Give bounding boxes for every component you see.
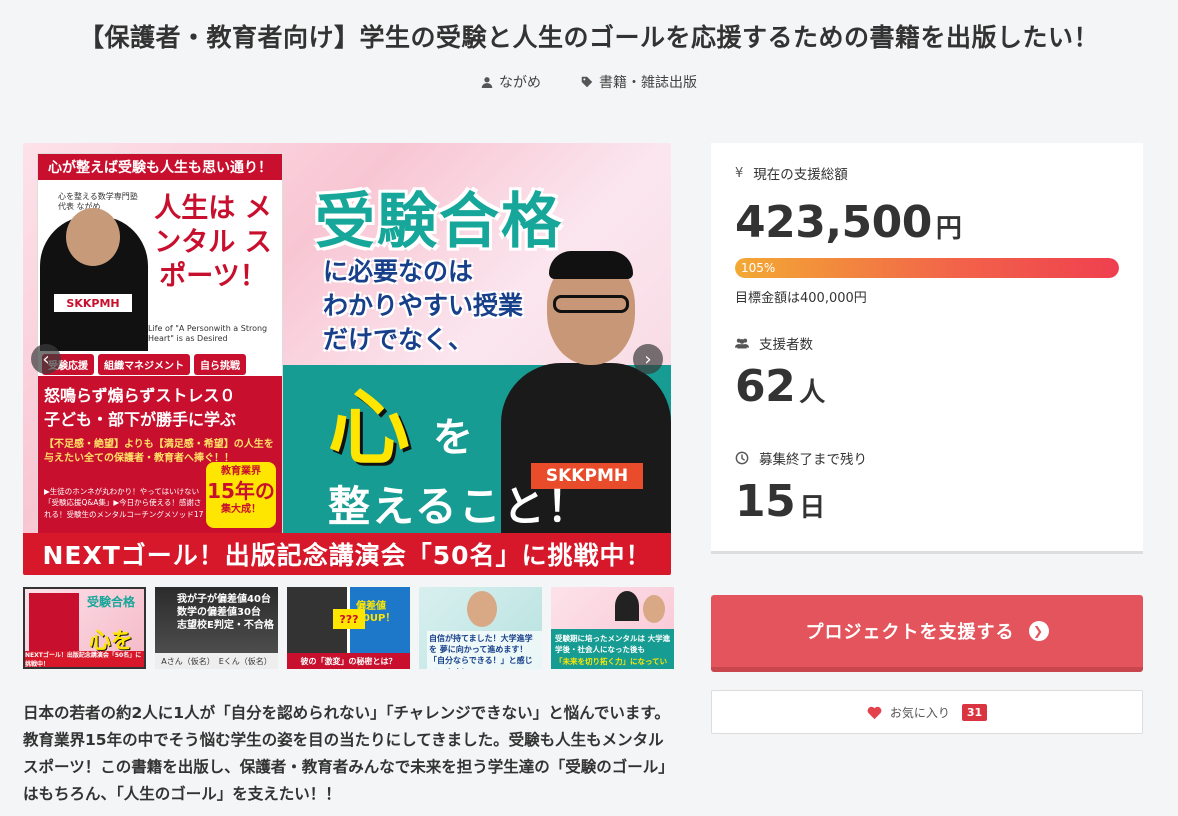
badge-num: 15年の xyxy=(207,478,275,503)
hero-bottom-bar: NEXTゴール！出版記念講演会「50名」に挑戦中！ xyxy=(23,533,671,575)
owner-name: ながめ xyxy=(499,75,541,91)
thumbnail-5[interactable]: 受験期に培ったメンタルは 大学進学後・社会人になった後も 「未来を切り拓く力」に… xyxy=(551,587,674,669)
progress-bar: 105% xyxy=(735,258,1119,278)
thumb4-person xyxy=(467,591,497,627)
thumb1-title: 受験合格 xyxy=(87,595,136,609)
book-line4: ▶生徒のホンネが丸わかり！やってはいけない「受験応援Q&A集」▶今日から使える！… xyxy=(44,487,204,519)
thumb5-highlight: 「未来を切り拓く力」になっている！ xyxy=(555,656,668,670)
thumb3-caption: 彼の「激変」の秘密とは？ xyxy=(287,653,410,669)
book-title: 人生は メンタル スポーツ！ xyxy=(154,193,272,292)
favorite-button[interactable]: お気に入り 31 xyxy=(711,690,1143,734)
carousel-next-button[interactable]: › xyxy=(633,344,663,374)
remaining-section: 募集終了まで残り 15 日 xyxy=(735,448,867,527)
book-author-photo: SKKPMH xyxy=(40,208,148,351)
thumb1-caption: NEXTゴール！出版記念講演会「50名」に挑戦中！ xyxy=(25,651,144,667)
book-subtitle-en: Life of "A Personwith a Strong Heart" is… xyxy=(148,324,268,344)
thumb2-text: 我が子が偏差値40台 数学の偏差値30台 志望校E判定・不合格 xyxy=(177,593,274,632)
book-tags: 受験応援 組織マネジメント 自ら挑戦 xyxy=(42,354,246,375)
remaining-label: 募集終了まで残り xyxy=(759,452,867,468)
thumb5-text: 受験期に培ったメンタルは 大学進学後・社会人になった後も 「未来を切り拓く力」に… xyxy=(555,633,674,669)
badge-top: 教育業界 xyxy=(221,466,261,477)
amount-label: 現在の支援総額 xyxy=(753,167,848,183)
supporters-label: 支援者数 xyxy=(759,337,813,353)
supporters-value-row: 62 人 xyxy=(735,361,825,412)
amount-value-row: 423,500 円 xyxy=(735,197,962,248)
book-line2: 子ども・部下が勝手に学ぶ xyxy=(44,410,237,429)
man-glasses xyxy=(553,295,629,313)
thumb5-line: 受験期に培ったメンタルは 大学進学後・社会人になった後も xyxy=(555,634,671,655)
hero-sub3: だけでなく、 xyxy=(323,324,474,354)
hero-sub2: わかりやすい授業 xyxy=(323,290,524,320)
thumb2-caption: Aさん（仮名） Eくん（仮名） xyxy=(155,653,278,669)
badge-bottom: 集大成！ xyxy=(221,503,261,515)
amount-value: 423,500 xyxy=(735,197,932,248)
thumbnail-3[interactable]: 偏差値 20UP！ ??? 彼の「激変」の秘密とは？ xyxy=(287,587,410,669)
chevron-circle-right-icon: ❯ xyxy=(1028,621,1049,641)
users-icon xyxy=(735,338,749,349)
category-name: 書籍・雑誌出版 xyxy=(599,75,697,91)
heart-icon xyxy=(867,706,882,719)
thumbnail-1[interactable]: 受験合格 心を NEXTゴール！出版記念講演会「50名」に挑戦中！ xyxy=(23,587,146,669)
hero-image: 心が整えば受験も人生も思い通り！ 心を整える数学専門塾 代表 ながめ 人生は メ… xyxy=(23,143,671,575)
hero-wo: を xyxy=(433,415,473,461)
thumb2-line3: 志望校E判定・不合格 xyxy=(177,620,274,631)
supporters-label-row: 支援者数 xyxy=(735,333,825,353)
support-project-button[interactable]: プロジェクトを支援する ❯ xyxy=(711,595,1143,672)
category-link[interactable]: 書籍・雑誌出版 xyxy=(581,72,697,92)
clock-icon xyxy=(735,451,749,465)
amount-section: ¥ 現在の支援総額 423,500 円 xyxy=(735,163,962,249)
thumbnail-strip: 受験合格 心を NEXTゴール！出版記念講演会「50名」に挑戦中！ 我が子が偏差… xyxy=(23,587,674,669)
supporters-unit: 人 xyxy=(799,378,826,408)
hero-sub1: に必要なのは xyxy=(323,257,474,286)
thumb5-person-a xyxy=(615,591,639,621)
favorite-label: お気に入り xyxy=(889,705,950,720)
amount-unit: 円 xyxy=(935,214,962,244)
book-cover: 心が整えば受験も人生も思い通り！ 心を整える数学専門塾 代表 ながめ 人生は メ… xyxy=(37,153,283,533)
hero-kokoro: 心 xyxy=(328,381,411,476)
man-hair xyxy=(549,251,633,279)
carousel-prev-button[interactable]: ‹ xyxy=(31,344,61,374)
book-top-banner: 心が整えば受験も人生も思い通り！ xyxy=(38,154,282,180)
remaining-unit: 日 xyxy=(799,493,826,523)
remaining-value: 15 xyxy=(735,476,796,527)
tag-icon xyxy=(581,76,593,88)
book-shirt-logo: SKKPMH xyxy=(54,294,132,312)
book-line1: 怒鳴らず煽らずストレス０ xyxy=(44,386,236,405)
remaining-label-row: 募集終了まで残り xyxy=(735,448,867,468)
chevron-left-icon: ‹ xyxy=(42,348,50,370)
remaining-value-row: 15 日 xyxy=(735,476,867,527)
amount-label-row: ¥ 現在の支援総額 xyxy=(735,163,962,184)
project-meta: ながめ 書籍・雑誌出版 xyxy=(0,72,1178,92)
supporters-section: 支援者数 62 人 xyxy=(735,333,825,412)
author-face xyxy=(66,208,120,266)
hero-totonoeru: 整えること！ xyxy=(328,482,591,531)
support-button-label: プロジェクトを支援する xyxy=(805,622,1015,643)
book-red-panel: 怒鳴らず煽らずストレス０ 子ども・部下が勝手に学ぶ 【不足感・絶望】よりも【満足… xyxy=(38,376,282,533)
chevron-right-icon: › xyxy=(644,348,652,370)
hero-sub-lines: に必要なのは わかりやすい授業 だけでなく、 xyxy=(323,255,523,356)
goal-text: 目標金額は400,000円 xyxy=(735,291,867,306)
progress-label: 105% xyxy=(741,261,776,275)
yen-icon: ¥ xyxy=(735,165,744,181)
thumb1-book xyxy=(29,593,79,655)
progress-fill: 105% xyxy=(735,258,1119,278)
thumb5-person-b xyxy=(643,595,665,623)
book-tag: 組織マネジメント xyxy=(98,354,190,375)
project-title: 【保護者・教育者向け】学生の受験と人生のゴールを応援するための書籍を出版したい！ xyxy=(78,23,1099,52)
book-tag: 自ら挑戦 xyxy=(194,354,246,375)
supporters-value: 62 xyxy=(735,361,796,412)
thumb2-line1: 我が子が偏差値40台 xyxy=(177,594,271,605)
user-icon xyxy=(481,77,493,88)
thumb3-question: ??? xyxy=(333,609,365,629)
thumb2-line2: 数学の偏差値30台 xyxy=(177,607,261,618)
book-badge: 教育業界 15年の 集大成！ xyxy=(206,462,276,528)
thumbnail-4[interactable]: 自信が持てました！大学進学を 夢に向かって進めます！「自分ならできる！」と感じて… xyxy=(419,587,542,669)
owner-link[interactable]: ながめ xyxy=(481,72,541,92)
stats-card: ¥ 現在の支援総額 423,500 円 105% 目標金額は400,000円 支… xyxy=(711,143,1143,554)
project-description: 日本の若者の約2人に1人が「自分を認められない」「チャレンジできない」と悩んでい… xyxy=(23,704,670,804)
thumb4-text: 自信が持てました！大学進学を 夢に向かって進めます！「自分ならできる！」と感じて… xyxy=(427,631,542,669)
thumbnail-2[interactable]: 我が子が偏差値40台 数学の偏差値30台 志望校E判定・不合格 Aさん（仮名） … xyxy=(155,587,278,669)
favorite-count-badge: 31 xyxy=(961,703,988,721)
